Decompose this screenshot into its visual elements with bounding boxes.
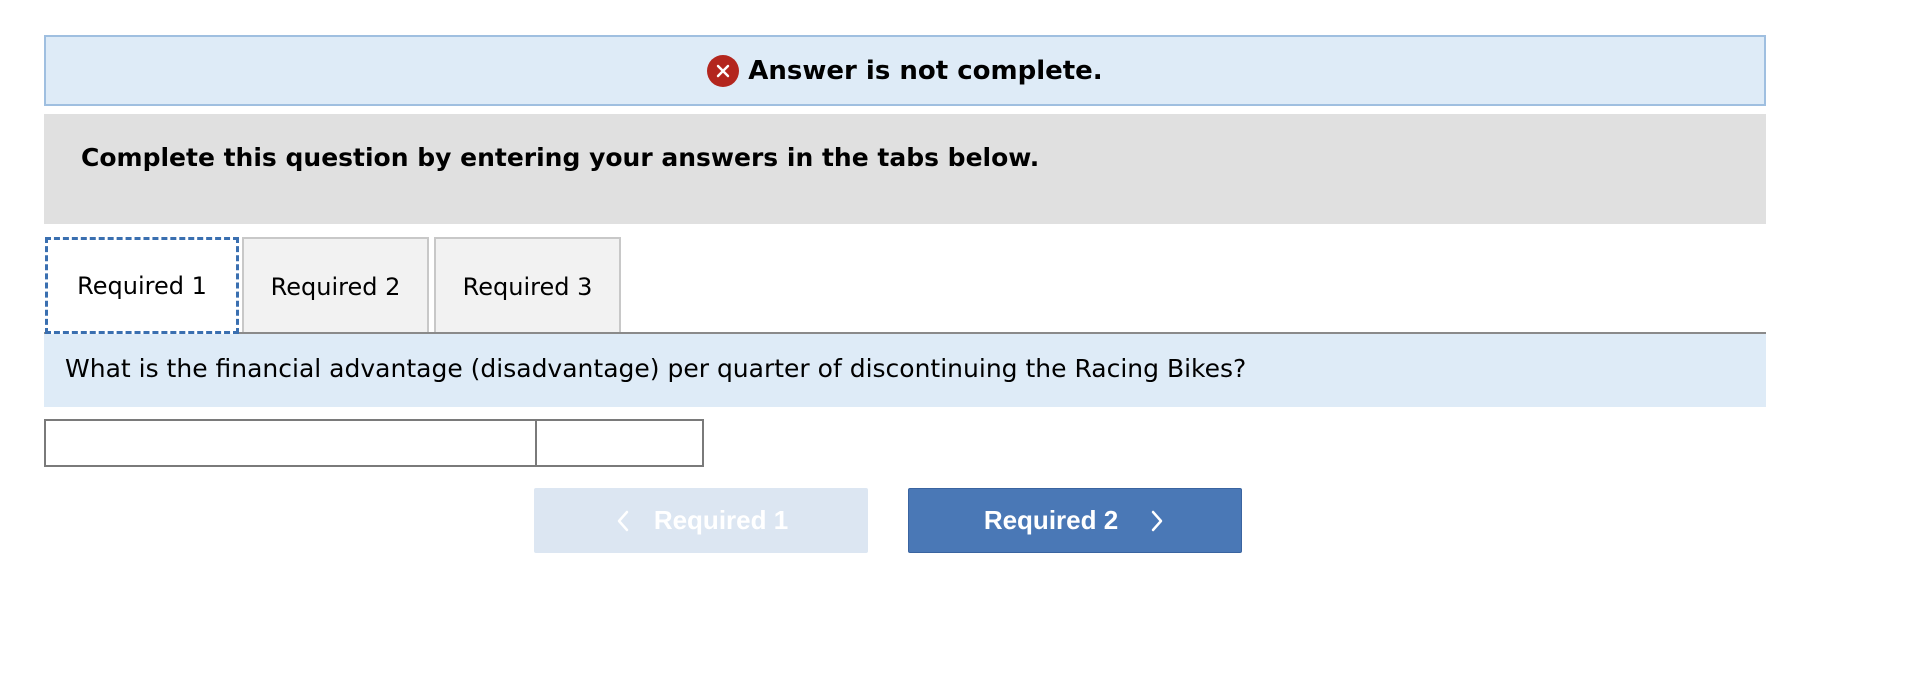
status-text: Answer is not complete.: [748, 55, 1103, 86]
prev-button-label: Required 1: [653, 505, 789, 535]
tab-required-1[interactable]: Required 1: [45, 237, 239, 334]
answer-label-input[interactable]: [46, 421, 535, 465]
chevron-left-icon: [614, 508, 632, 534]
next-required-button[interactable]: Required 2: [908, 488, 1242, 553]
tab-required-3[interactable]: Required 3: [434, 237, 621, 334]
tab-label: Required 1: [77, 271, 207, 300]
answer-label-cell: [44, 419, 537, 467]
error-x-icon: [707, 54, 740, 87]
answer-amount-cell: [537, 419, 704, 467]
next-button-label: Required 2: [983, 505, 1119, 535]
tab-label: Required 3: [462, 272, 593, 301]
question-text: What is the financial advantage (disadva…: [65, 354, 1247, 383]
instruction-text: Complete this question by entering your …: [81, 143, 1040, 172]
status-banner: Answer is not complete.: [44, 35, 1766, 106]
tab-required-2[interactable]: Required 2: [242, 237, 429, 334]
tab-label: Required 2: [270, 272, 401, 301]
chevron-right-icon: [1148, 508, 1166, 534]
instruction-box: Complete this question by entering your …: [44, 114, 1766, 224]
answer-amount-input[interactable]: [537, 421, 702, 465]
question-bar: What is the financial advantage (disadva…: [44, 334, 1766, 407]
answer-row: [44, 419, 704, 467]
prev-required-button[interactable]: Required 1: [534, 488, 868, 553]
